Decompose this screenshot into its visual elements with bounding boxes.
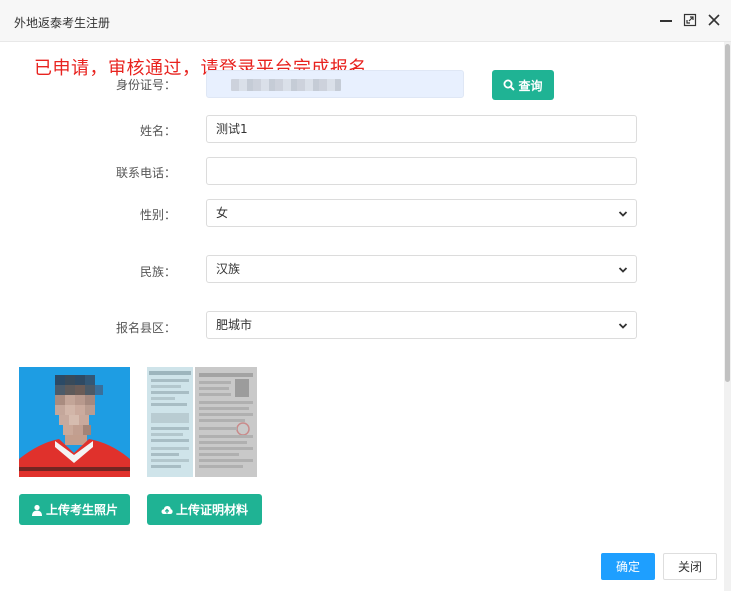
maximize-icon[interactable]: [682, 12, 698, 28]
ethnicity-select[interactable]: 汉族: [206, 255, 637, 283]
gender-select[interactable]: 女: [206, 199, 637, 227]
phone-input[interactable]: [206, 157, 637, 185]
user-icon: [31, 504, 42, 516]
confirm-button[interactable]: 确定: [601, 553, 655, 580]
scrollbar-thumb[interactable]: [725, 44, 730, 382]
id-number-label: 身份证号：: [115, 78, 176, 92]
upload-materials-label: 上传证明材料: [175, 503, 248, 517]
id-number-input[interactable]: [206, 70, 464, 98]
query-button[interactable]: 查询: [492, 70, 554, 100]
name-input[interactable]: 测试1: [206, 115, 637, 143]
chevron-down-icon: [618, 211, 628, 217]
name-label: 姓名：: [139, 124, 176, 138]
gender-label: 性别：: [139, 208, 176, 222]
gender-select-value: 女: [216, 206, 229, 220]
dialog-titlebar: 外地返泰考生注册: [0, 0, 731, 42]
chevron-down-icon: [618, 323, 628, 329]
id-number-redacted: [231, 79, 341, 91]
county-select[interactable]: 肥城市: [206, 311, 637, 339]
dialog-title: 外地返泰考生注册: [14, 16, 111, 30]
phone-label: 联系电话：: [115, 166, 176, 180]
query-button-label: 查询: [518, 78, 543, 93]
close-button[interactable]: 关闭: [663, 553, 717, 580]
search-icon: [503, 79, 516, 91]
cloud-upload-icon: [161, 505, 173, 514]
upload-materials-button[interactable]: 上传证明材料: [147, 494, 262, 525]
county-select-value: 肥城市: [216, 318, 253, 332]
county-label: 报名县区：: [115, 321, 176, 335]
candidate-photo: [19, 367, 130, 477]
ethnicity-select-value: 汉族: [216, 262, 241, 276]
close-icon[interactable]: [706, 12, 722, 28]
chevron-down-icon: [618, 267, 628, 273]
ethnicity-label: 民族：: [139, 265, 176, 279]
minimize-icon[interactable]: [658, 12, 674, 28]
upload-photo-button[interactable]: 上传考生照片: [19, 494, 130, 525]
upload-photo-label: 上传考生照片: [45, 503, 118, 517]
materials-thumbnail: [147, 367, 257, 477]
